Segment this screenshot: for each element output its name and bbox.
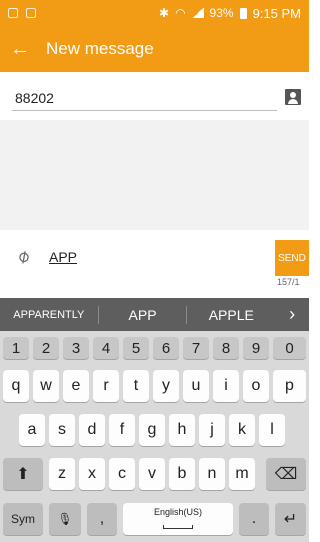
space-bar[interactable]: English(US): [123, 503, 233, 535]
key-j[interactable]: j: [199, 414, 225, 446]
key-9[interactable]: 9: [243, 337, 269, 359]
comma-key[interactable]: ,: [87, 503, 117, 535]
suggestion-item[interactable]: APPLE: [187, 307, 275, 323]
key-d[interactable]: d: [79, 414, 105, 446]
char-counter: 157/1: [277, 277, 300, 287]
battery-percent: 93%: [209, 6, 234, 20]
key-r[interactable]: r: [93, 370, 119, 402]
keyboard: APPARENTLY APP APPLE › 1 2 3 4 5 6 7 8 9…: [0, 298, 309, 542]
suggestion-bar: APPARENTLY APP APPLE ›: [0, 298, 309, 331]
key-p[interactable]: p: [273, 370, 306, 402]
key-g[interactable]: g: [139, 414, 165, 446]
key-f[interactable]: f: [109, 414, 135, 446]
app-bar: ← New message: [0, 26, 309, 72]
recipient-underline: [12, 110, 277, 111]
backspace-key[interactable]: ⌫: [266, 458, 306, 490]
back-arrow-icon[interactable]: ←: [10, 38, 38, 61]
key-o[interactable]: o: [243, 370, 269, 402]
key-8[interactable]: 8: [213, 337, 239, 359]
conversation-area: [0, 120, 309, 230]
key-v[interactable]: v: [139, 458, 165, 490]
key-5[interactable]: 5: [123, 337, 149, 359]
key-w[interactable]: w: [33, 370, 59, 402]
key-u[interactable]: u: [183, 370, 209, 402]
key-c[interactable]: c: [109, 458, 135, 490]
key-7[interactable]: 7: [183, 337, 209, 359]
key-k[interactable]: k: [229, 414, 255, 446]
message-input[interactable]: APP: [49, 249, 77, 265]
key-6[interactable]: 6: [153, 337, 179, 359]
key-x[interactable]: x: [79, 458, 105, 490]
send-button[interactable]: SEND: [275, 240, 309, 276]
key-q[interactable]: q: [3, 370, 29, 402]
key-z[interactable]: z: [49, 458, 75, 490]
key-e[interactable]: e: [63, 370, 89, 402]
space-bar-label: English(US): [153, 507, 202, 517]
key-a[interactable]: a: [19, 414, 45, 446]
key-1[interactable]: 1: [3, 337, 29, 359]
sym-key[interactable]: Sym: [3, 503, 43, 535]
status-right-icons: ✱ ◠ 93% 9:15 PM: [159, 6, 301, 21]
signal-icon: [191, 8, 204, 18]
space-icon: [163, 525, 193, 529]
chevron-right-icon[interactable]: ›: [275, 304, 309, 325]
period-key[interactable]: .: [239, 503, 269, 535]
key-n[interactable]: n: [199, 458, 225, 490]
key-m[interactable]: m: [229, 458, 255, 490]
key-l[interactable]: l: [259, 414, 285, 446]
attach-icon[interactable]: ⌀: [13, 245, 34, 268]
bluetooth-icon: ✱: [159, 6, 170, 20]
key-3[interactable]: 3: [63, 337, 89, 359]
wifi-icon: ◠: [175, 6, 186, 20]
status-left-icons: [8, 8, 36, 18]
key-2[interactable]: 2: [33, 337, 59, 359]
enter-key[interactable]: ↵: [275, 503, 306, 535]
battery-icon: [239, 7, 247, 19]
page-title: New message: [46, 39, 154, 58]
microphone-icon[interactable]: 🎙: [49, 503, 81, 535]
key-y[interactable]: y: [153, 370, 179, 402]
contact-icon[interactable]: [285, 89, 301, 105]
recipient-row: 88202: [0, 72, 309, 120]
key-h[interactable]: h: [169, 414, 195, 446]
suggestion-item[interactable]: APP: [99, 307, 187, 323]
compose-area: ⌀ APP SEND 157/1: [0, 230, 309, 292]
key-0[interactable]: 0: [273, 337, 306, 359]
key-b[interactable]: b: [169, 458, 195, 490]
key-i[interactable]: i: [213, 370, 239, 402]
status-bar: ✱ ◠ 93% 9:15 PM: [0, 0, 309, 26]
key-t[interactable]: t: [123, 370, 149, 402]
key-s[interactable]: s: [49, 414, 75, 446]
gallery-icon: [26, 8, 36, 18]
voicemail-icon: [8, 8, 18, 18]
suggestion-item[interactable]: APPARENTLY: [0, 309, 98, 321]
shift-key[interactable]: ⬆: [3, 458, 43, 490]
recipient-field[interactable]: 88202: [15, 90, 54, 106]
key-4[interactable]: 4: [93, 337, 119, 359]
status-time: 9:15 PM: [252, 5, 301, 21]
